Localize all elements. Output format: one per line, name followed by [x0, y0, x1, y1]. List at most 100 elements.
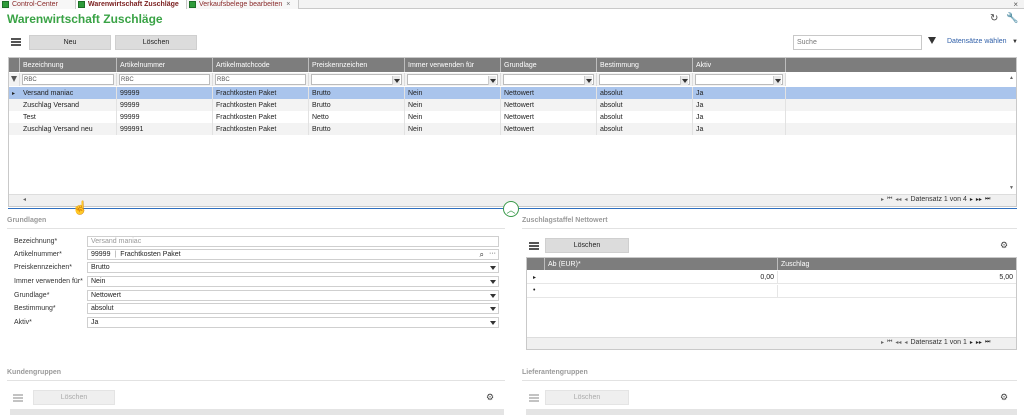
chevron-down-icon[interactable]: ▼ [1012, 39, 1018, 45]
cell[interactable]: absolut [597, 111, 693, 123]
cell[interactable]: Nettowert [501, 87, 597, 99]
cell[interactable]: Brutto [309, 123, 405, 135]
select-records-link[interactable]: Datensätze wählen [947, 38, 1007, 45]
cell[interactable]: Zuschlag Versand [20, 99, 117, 111]
cell[interactable]: Nein [405, 99, 501, 111]
prev-page-icon[interactable]: ◂ [904, 196, 907, 203]
table-row[interactable]: Zuschlag Versand neu 999991 Frachtkosten… [9, 123, 1016, 135]
scroll-down-icon[interactable]: ▼ [1009, 185, 1014, 191]
cell[interactable]: Frachtkosten Paket [213, 87, 309, 99]
chevron-down-icon[interactable] [489, 305, 497, 312]
collapse-chevron-up-icon[interactable]: ︿ [503, 201, 519, 217]
cell[interactable]: Ja [693, 123, 786, 135]
column-header[interactable]: Immer verwenden für [405, 58, 501, 72]
cell[interactable]: Nettowert [501, 99, 597, 111]
menu-icon[interactable] [11, 38, 21, 46]
column-header[interactable]: Bestimmung [597, 58, 693, 72]
chevron-down-icon[interactable] [489, 292, 497, 299]
search-icon[interactable]: ⌕ [480, 250, 484, 260]
cell[interactable]: 0,00 [545, 271, 778, 284]
next-page-icon[interactable]: ▸ [970, 196, 973, 203]
last-page-icon[interactable]: ⏭ [985, 196, 990, 203]
scroll-left-icon[interactable]: ◂ [23, 196, 26, 203]
column-header[interactable]: Aktiv [693, 58, 786, 72]
first-page-icon[interactable]: ⏮ [887, 339, 892, 346]
cell[interactable]: Frachtkosten Paket [213, 111, 309, 123]
chevron-down-icon[interactable] [489, 264, 497, 271]
aktiv-select[interactable]: Ja [87, 317, 499, 328]
filter-input[interactable]: RBC [119, 74, 210, 85]
menu-icon[interactable] [13, 394, 23, 402]
column-header[interactable]: Zuschlag [778, 258, 1016, 270]
search-input[interactable]: Suche [793, 35, 922, 50]
scroll-up-icon[interactable]: ▲ [1009, 75, 1014, 81]
tab-verkaufsbelege-bearbeiten[interactable]: Verkaufsbelege bearbeiten × [187, 0, 299, 9]
close-icon[interactable]: × [1013, 0, 1018, 9]
chevron-down-icon[interactable] [584, 76, 592, 85]
more-icon[interactable]: ··· [489, 250, 496, 257]
cell[interactable]: 99999 [117, 99, 213, 111]
cell[interactable]: absolut [597, 99, 693, 111]
new-row[interactable]: • [527, 285, 1016, 298]
cell[interactable]: absolut [597, 123, 693, 135]
column-header[interactable]: Artikelnummer [117, 58, 213, 72]
lieferantengruppen-delete-button[interactable]: Löschen [545, 390, 629, 405]
cell[interactable]: 5,00 [778, 271, 1016, 284]
prev-page-fast-icon[interactable]: ◂◂ [895, 196, 901, 203]
column-header[interactable]: Preiskennzeichen [309, 58, 405, 72]
wrench-icon[interactable]: 🔧 [1006, 13, 1018, 24]
filter-input[interactable]: RBC [215, 74, 306, 85]
preiskennzeichen-select[interactable]: Brutto [87, 262, 499, 273]
kundengruppen-delete-button[interactable]: Löschen [33, 390, 115, 405]
cell[interactable]: Nein [405, 123, 501, 135]
cell[interactable]: Nettowert [501, 123, 597, 135]
filter-input[interactable]: RBC [22, 74, 114, 85]
grundlage-select[interactable]: Nettowert [87, 290, 499, 301]
cell[interactable]: Test [20, 111, 117, 123]
prev-page-fast-icon[interactable]: ◂◂ [895, 339, 901, 346]
cell[interactable]: Ja [693, 111, 786, 123]
last-page-icon[interactable]: ▸ [881, 196, 884, 203]
new-button[interactable]: Neu [29, 35, 111, 50]
cell[interactable]: Versand maniac [20, 87, 117, 99]
filter-select[interactable] [599, 74, 690, 85]
next-page-icon[interactable]: ▸ [970, 339, 973, 346]
cell[interactable]: Ja [693, 87, 786, 99]
cell[interactable]: absolut [597, 87, 693, 99]
last-page-icon[interactable]: ▸ [881, 339, 884, 346]
menu-icon[interactable] [529, 394, 539, 402]
cell[interactable]: Zuschlag Versand neu [20, 123, 117, 135]
next-page-fast-icon[interactable]: ▸▸ [976, 196, 982, 203]
table-row[interactable]: Zuschlag Versand 99999 Frachtkosten Pake… [9, 99, 1016, 111]
first-page-icon[interactable]: ⏮ [887, 196, 892, 203]
cell[interactable]: Netto [309, 111, 405, 123]
cell[interactable]: 99999 [117, 111, 213, 123]
filter-icon[interactable] [928, 37, 936, 44]
filter-select[interactable] [503, 74, 594, 85]
prev-page-icon[interactable]: ◂ [904, 339, 907, 346]
cell[interactable]: Nettowert [501, 111, 597, 123]
gear-icon[interactable]: ⚙ [1000, 240, 1008, 251]
last-page-icon[interactable]: ⏭ [985, 339, 990, 346]
table-row[interactable]: ▸ Versand maniac 99999 Frachtkosten Pake… [9, 87, 1016, 99]
gear-icon[interactable]: ⚙ [1000, 392, 1008, 403]
chevron-down-icon[interactable] [488, 76, 496, 85]
tab-control-center[interactable]: Control-Center [0, 0, 76, 9]
cell[interactable]: Brutto [309, 87, 405, 99]
chevron-down-icon[interactable] [680, 76, 688, 85]
chevron-down-icon[interactable] [489, 278, 497, 285]
cell[interactable]: 99999 [117, 87, 213, 99]
column-header[interactable]: Artikelmatchcode [213, 58, 309, 72]
cell[interactable]: Ja [693, 99, 786, 111]
filter-select[interactable] [407, 74, 498, 85]
table-row[interactable]: ▸ 0,00 5,00 [527, 271, 1016, 284]
column-header[interactable]: Ab (EUR)* [545, 258, 778, 270]
immer-verwenden-select[interactable]: Nein [87, 276, 499, 287]
tab-warenwirtschaft-zuschlaege[interactable]: Warenwirtschaft Zuschläge [76, 0, 187, 9]
filter-select[interactable] [311, 74, 402, 85]
artikelnummer-field[interactable]: 99999 | Frachtkosten Paket ⌕ ··· [87, 249, 499, 260]
cell[interactable]: Nein [405, 87, 501, 99]
close-icon[interactable]: × [286, 1, 290, 8]
filter-select[interactable] [695, 74, 783, 85]
gear-icon[interactable]: ⚙ [486, 392, 494, 403]
